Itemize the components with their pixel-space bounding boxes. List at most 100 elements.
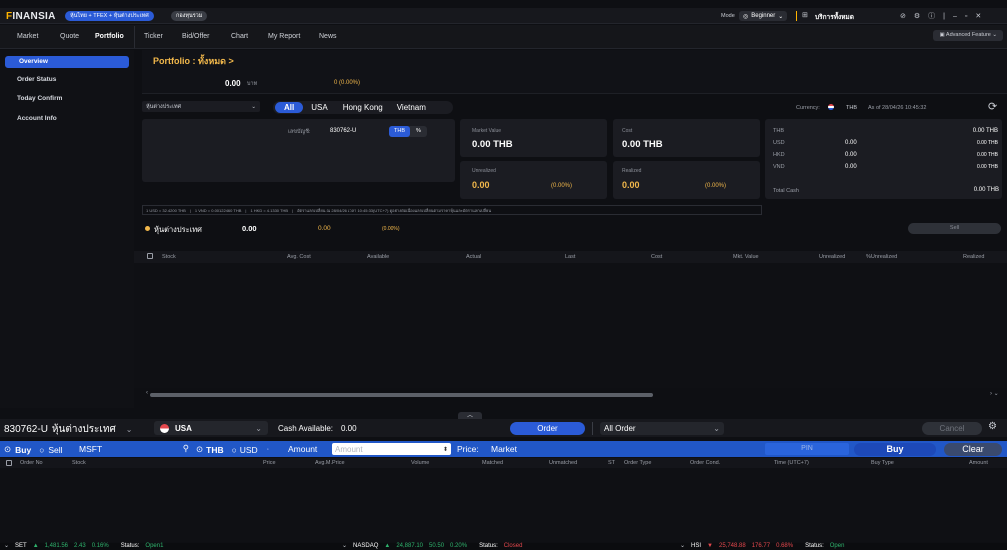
as-of-date: As of 28/04/26 10:45:32: [868, 105, 927, 111]
scroll-left-icon[interactable]: ‹: [146, 390, 148, 396]
usd-radio[interactable]: ○: [232, 445, 237, 455]
col-avg-cost[interactable]: Avg. Cost: [287, 254, 311, 260]
col-unrealized[interactable]: Unrealized: [819, 254, 845, 260]
sell-radio-label: Sell: [48, 444, 63, 455]
col-order-no[interactable]: Order No: [20, 460, 43, 466]
col-volume[interactable]: Volume: [411, 460, 429, 466]
tab-thai-stocks[interactable]: หุ้นไทย + TFEX + หุ้นต่างประเทศ: [65, 11, 154, 21]
col-order-stock[interactable]: Stock: [72, 460, 86, 466]
order-account-select[interactable]: 830762-U หุ้นต่างประเทศ ⌄: [4, 422, 133, 437]
col-st[interactable]: ST: [608, 460, 615, 466]
ticker-nasdaq[interactable]: ⌄ NASDAQ ▲ 24,887.10 50.50 0.20% Status:…: [342, 543, 522, 550]
sidebar-item-account-info[interactable]: Account Info: [5, 113, 129, 125]
realized-percent: (0.00%): [705, 183, 727, 189]
col-mkt-value[interactable]: Mkt. Value: [733, 254, 759, 260]
cash-currency: VND: [773, 164, 785, 170]
col-buy-type[interactable]: Buy Type: [871, 460, 894, 466]
us-flag-icon: [160, 423, 169, 433]
stepper-icon[interactable]: ⬍: [443, 446, 448, 453]
sidebar-item-today-confirm[interactable]: Today Confirm: [5, 93, 129, 105]
buy-button[interactable]: Buy: [854, 443, 936, 456]
col-cost[interactable]: Cost: [651, 254, 662, 260]
col-last[interactable]: Last: [565, 254, 575, 260]
scroll-right-icon[interactable]: › ⌄: [990, 390, 999, 397]
chevron-down-icon: ⌄: [713, 424, 720, 433]
menu-bid-offer[interactable]: Bid/Offer: [182, 33, 210, 40]
cash-currency: USD: [773, 140, 785, 146]
user-icon: ◎: [743, 13, 749, 20]
advanced-feature-button[interactable]: ▣ Advanced Feature ⌄: [933, 30, 1003, 41]
cash-row: HKD 0.00 0.00 THB: [773, 152, 998, 162]
order-account-number: 830762-U: [4, 424, 48, 435]
toggle-thb[interactable]: THB: [389, 126, 410, 137]
menu-quote[interactable]: Quote: [60, 33, 79, 40]
market-select[interactable]: USA ⌄: [154, 421, 268, 435]
thb-radio-label: THB: [206, 444, 224, 455]
amount-input[interactable]: Amount ⬍: [332, 443, 451, 455]
menu-market[interactable]: Market: [17, 33, 38, 40]
chevron-down-icon: ⌄: [251, 103, 256, 110]
thb-radio[interactable]: ⊙: [196, 444, 203, 455]
menu-ticker[interactable]: Ticker: [144, 33, 163, 40]
select-all-checkbox[interactable]: [147, 253, 153, 259]
clear-button[interactable]: Clear: [944, 443, 1002, 456]
col-order-price[interactable]: Price: [263, 460, 276, 466]
chevron-down-icon: ⌄: [778, 13, 784, 20]
settings-icon[interactable]: ⚙: [914, 12, 920, 20]
pin-input[interactable]: PIN: [765, 443, 849, 455]
select-all-orders-checkbox[interactable]: [6, 460, 12, 466]
col-time[interactable]: Time (UTC+7): [774, 460, 809, 466]
sidebar-item-overview[interactable]: Overview: [5, 56, 129, 68]
sell-radio[interactable]: ○: [39, 445, 44, 455]
rate-vnd: 1 VND = 0.00122460 THB: [194, 207, 242, 213]
tab-vietnam[interactable]: Vietnam: [390, 103, 433, 112]
buy-radio-label: Buy: [15, 444, 32, 455]
ticker-set[interactable]: ⌄ SET ▲ 1,481.56 2.43 0.16% Status: Open…: [4, 543, 163, 550]
buy-radio[interactable]: ⊙: [4, 444, 11, 455]
cancel-button[interactable]: Cancel: [922, 422, 982, 435]
menu-news[interactable]: News: [319, 33, 337, 40]
col-actual[interactable]: Actual: [466, 254, 481, 260]
minimize-icon[interactable]: –: [953, 13, 957, 20]
col-order-type[interactable]: Order Type: [624, 460, 651, 466]
close-icon[interactable]: ✕: [975, 12, 981, 20]
col-matched[interactable]: Matched: [482, 460, 503, 466]
settings-icon[interactable]: ⚙: [988, 421, 997, 432]
col-pct-unrealized[interactable]: %Unrealized: [866, 254, 897, 260]
currency-value[interactable]: THB: [846, 105, 857, 111]
order-tab-button[interactable]: Order: [510, 422, 585, 435]
col-realized[interactable]: Realized: [963, 254, 984, 260]
services-menu[interactable]: บริการทั้งหมด: [815, 12, 854, 22]
tab-all[interactable]: All: [275, 102, 304, 113]
restore-icon[interactable]: ▫: [965, 13, 967, 20]
tab-hong-kong[interactable]: Hong Kong: [336, 103, 390, 112]
tab-mutual-funds[interactable]: กองทุนรวม: [171, 11, 208, 21]
info-icon[interactable]: ⓘ: [928, 11, 935, 21]
col-stock[interactable]: Stock: [162, 254, 176, 260]
ticker-hsi[interactable]: ⌄ HSI ▼ 25,748.88 176.77 0.68% Status: O…: [680, 543, 844, 550]
market-dropdown[interactable]: หุ้นต่างประเทศ ⌄: [142, 101, 260, 112]
col-available[interactable]: Available: [367, 254, 389, 260]
info-icon[interactable]: ◦: [267, 447, 269, 453]
order-filter-select[interactable]: All Order ⌄: [600, 422, 724, 435]
search-icon[interactable]: ⚲: [183, 443, 189, 454]
sell-button[interactable]: Sell: [908, 223, 1001, 234]
refresh-icon[interactable]: ⟳: [988, 100, 997, 113]
horizontal-scrollbar[interactable]: [150, 393, 653, 397]
col-avg-m-price[interactable]: Avg.M.Price: [315, 460, 345, 466]
link-icon[interactable]: ⊘: [900, 12, 906, 20]
col-amount[interactable]: Amount: [969, 460, 988, 466]
mode-select[interactable]: ◎ Beginner ⌄: [739, 11, 788, 21]
menu-my-report[interactable]: My Report: [268, 33, 300, 40]
grid-icon[interactable]: ⊞: [802, 11, 808, 19]
symbol-input[interactable]: MSFT ⚲: [76, 442, 192, 455]
menu-chart[interactable]: Chart: [231, 33, 248, 40]
toggle-percent[interactable]: %: [410, 126, 427, 137]
menu-portfolio[interactable]: Portfolio: [95, 33, 124, 40]
tab-usa[interactable]: USA: [303, 103, 335, 112]
sidebar-item-order-status[interactable]: Order Status: [5, 74, 129, 86]
portfolio-title[interactable]: Portfolio : ทั้งหมด >: [153, 54, 234, 68]
col-order-cond[interactable]: Order Cond.: [690, 460, 720, 466]
divider: [796, 11, 797, 21]
col-unmatched[interactable]: Unmatched: [549, 460, 577, 466]
